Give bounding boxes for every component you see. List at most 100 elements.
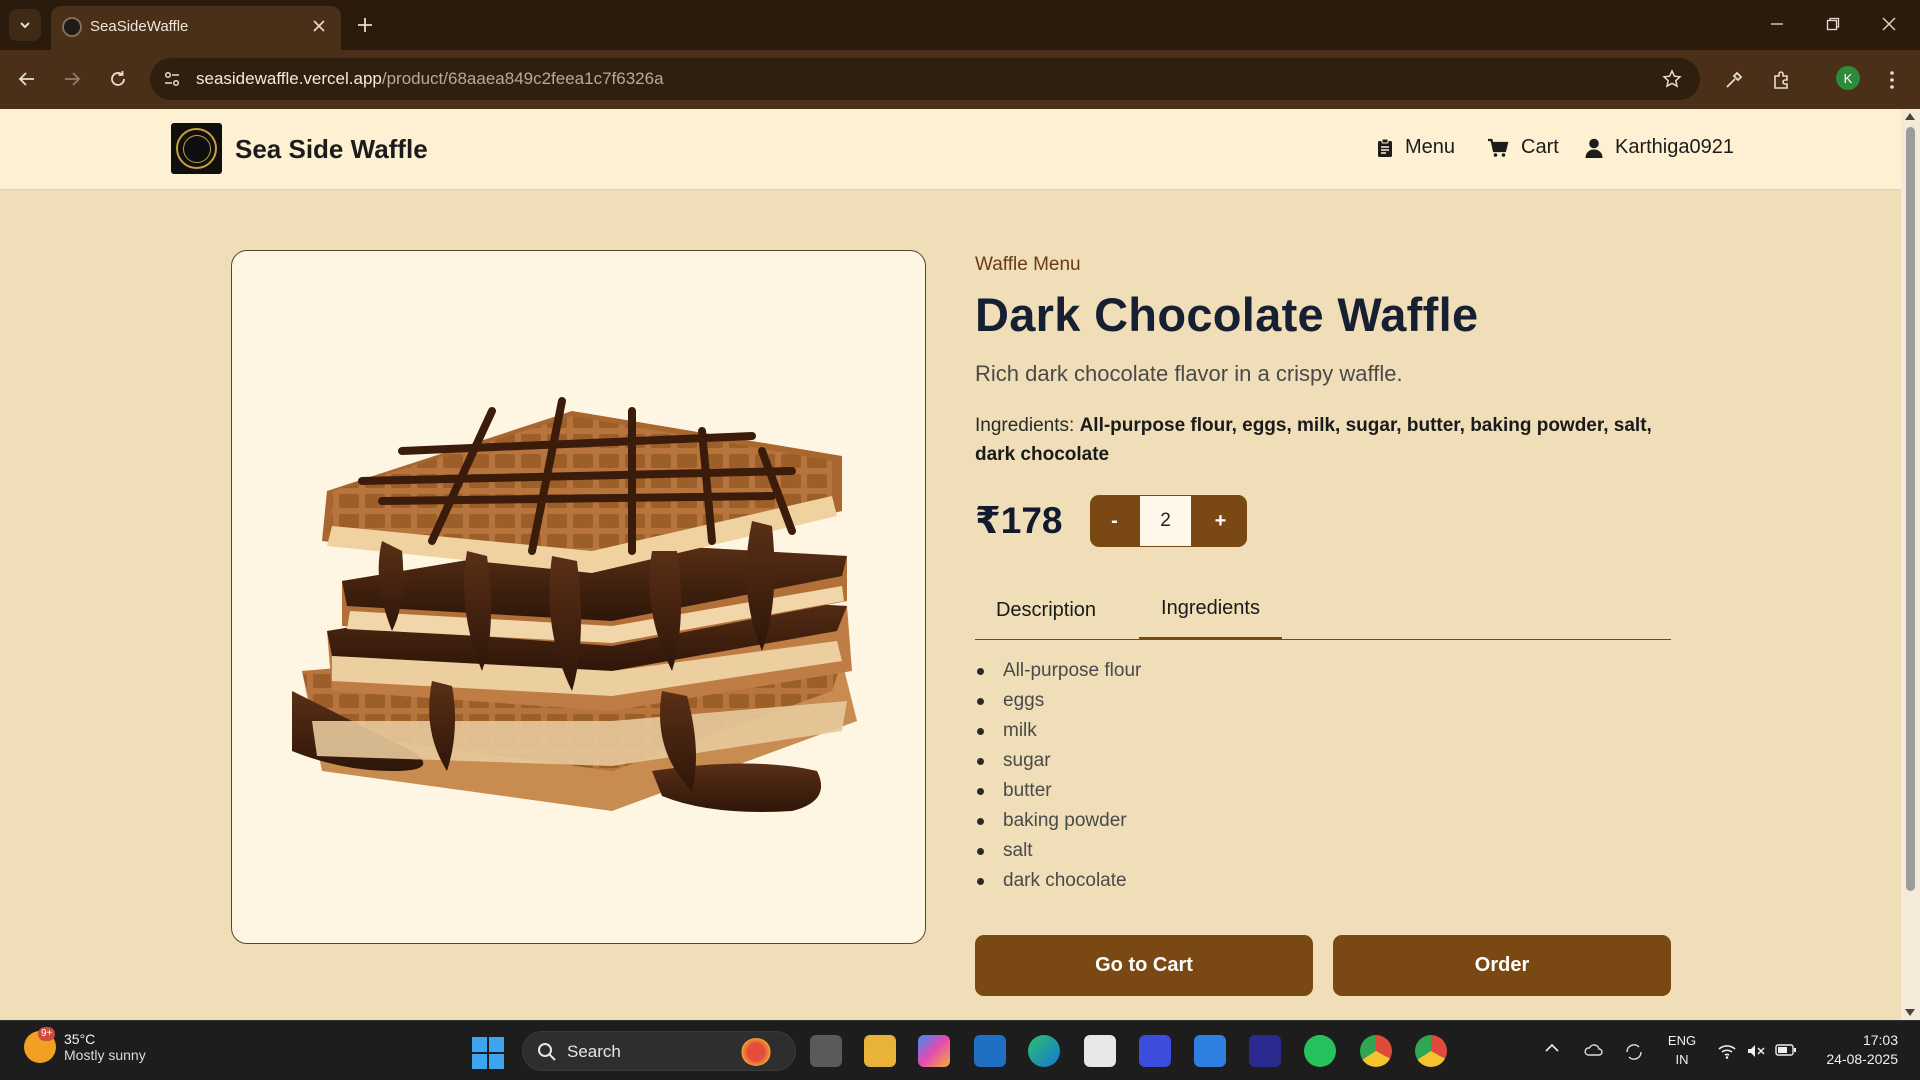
chrome-icon[interactable] <box>1360 1035 1392 1067</box>
vscode-icon[interactable] <box>974 1035 1006 1067</box>
extensions-icon[interactable] <box>1766 64 1798 96</box>
battery-icon[interactable] <box>1775 1043 1797 1057</box>
address-bar[interactable]: seasidewaffle.vercel.app/product/68aaea8… <box>150 58 1700 100</box>
weather-badge: 9+ <box>38 1027 56 1041</box>
close-window-icon[interactable] <box>1866 6 1912 42</box>
new-tab-icon[interactable] <box>352 12 378 38</box>
profile-avatar[interactable]: K <box>1836 66 1860 90</box>
forward-icon[interactable] <box>57 64 87 94</box>
tab-description[interactable]: Description <box>975 580 1117 640</box>
nav-menu-label: Menu <box>1405 136 1456 158</box>
tab-ingredients[interactable]: Ingredients <box>1139 580 1282 640</box>
sun-icon: 9+ <box>24 1027 56 1063</box>
nav-cart-label: Cart <box>1521 136 1559 158</box>
browser-tab[interactable]: SeaSideWaffle <box>51 6 341 50</box>
chrome-profile-icon[interactable] <box>1415 1035 1447 1067</box>
product-tabs: Description Ingredients <box>975 580 1671 640</box>
volume-muted-icon[interactable] <box>1746 1043 1766 1059</box>
chevron-down-icon <box>20 22 30 29</box>
list-item: eggs <box>977 686 1141 716</box>
intellij-icon[interactable] <box>1249 1035 1281 1067</box>
file-explorer-icon[interactable] <box>864 1035 896 1067</box>
reload-icon[interactable] <box>103 64 133 94</box>
windows-start-icon[interactable] <box>472 1037 504 1069</box>
list-item: sugar <box>977 746 1141 776</box>
onedrive-icon[interactable] <box>1583 1043 1603 1057</box>
bookmark-star-icon[interactable] <box>1660 67 1684 91</box>
scroll-up-icon[interactable] <box>1905 113 1915 120</box>
go-to-cart-button[interactable]: Go to Cart <box>975 935 1313 996</box>
brand-name[interactable]: Sea Side Waffle <box>235 134 428 165</box>
store-icon[interactable] <box>1084 1035 1116 1067</box>
taskbar-search-label: Search <box>567 1042 621 1061</box>
tab-title: SeaSideWaffle <box>90 18 189 35</box>
tray-chevron-icon[interactable] <box>1545 1043 1559 1053</box>
language-code: ENG <box>1667 1033 1697 1048</box>
browser-tab-bar: SeaSideWaffle <box>0 0 1920 50</box>
ingredients-list: All-purpose flour eggs milk sugar butter… <box>977 656 1141 896</box>
restore-icon[interactable] <box>1810 6 1856 42</box>
list-item: All-purpose flour <box>977 656 1141 686</box>
url-path: /product/68aaea849c2feea1c7f6326a <box>381 69 664 88</box>
browser-toolbar: seasidewaffle.vercel.app/product/68aaea8… <box>0 50 1920 109</box>
discord-icon[interactable] <box>1139 1035 1171 1067</box>
page-scrollbar[interactable] <box>1901 109 1920 1020</box>
language-indicator[interactable]: ENG IN <box>1664 1031 1700 1069</box>
sync-icon[interactable] <box>1624 1043 1644 1061</box>
eyedropper-icon[interactable] <box>1718 64 1750 96</box>
search-icon <box>538 1043 556 1061</box>
brand-logo[interactable] <box>171 123 222 174</box>
clock-date: 24-08-2025 <box>1826 1051 1898 1067</box>
whatsapp-icon[interactable] <box>1304 1035 1336 1067</box>
product-description: Rich dark chocolate flavor in a crispy w… <box>975 361 1403 386</box>
site-favicon-icon <box>62 17 82 37</box>
wifi-icon[interactable] <box>1717 1043 1737 1059</box>
edge-icon[interactable] <box>1028 1035 1060 1067</box>
zoom-icon[interactable] <box>1194 1035 1226 1067</box>
decrement-button[interactable]: - <box>1090 495 1139 547</box>
list-item: butter <box>977 776 1141 806</box>
quantity-value[interactable]: 2 <box>1140 496 1191 546</box>
site-settings-icon[interactable] <box>160 67 184 91</box>
quantity-stepper: - 2 + <box>1090 495 1247 547</box>
product-price: ₹178 <box>975 500 1063 541</box>
scrollbar-thumb[interactable] <box>1906 127 1915 891</box>
product-image-card <box>231 250 926 944</box>
ingredients-summary-label: Ingredients: <box>975 415 1075 436</box>
browser-menu-icon[interactable] <box>1876 64 1908 96</box>
list-item: baking powder <box>977 806 1141 836</box>
nav-user-link[interactable]: Karthiga0921 <box>1585 136 1734 159</box>
list-item: dark chocolate <box>977 866 1141 896</box>
weather-condition: Mostly sunny <box>64 1047 146 1063</box>
list-item: salt <box>977 836 1141 866</box>
site-header: Sea Side Waffle Menu Cart Karthiga0921 <box>0 109 1901 190</box>
task-view-icon[interactable] <box>810 1035 842 1067</box>
taskbar-search[interactable]: Search <box>522 1031 796 1071</box>
increment-button[interactable]: + <box>1196 495 1245 547</box>
ingredients-summary: Ingredients: All-purpose flour, eggs, mi… <box>975 411 1675 469</box>
nav-menu-link[interactable]: Menu <box>1377 136 1455 159</box>
waffle-stack-image <box>292 397 857 812</box>
cart-icon <box>1488 138 1509 157</box>
region-code: IN <box>1675 1052 1689 1067</box>
list-item: milk <box>977 716 1141 746</box>
scroll-down-icon[interactable] <box>1905 1009 1915 1016</box>
ingredients-summary-text: All-purpose flour, eggs, milk, sugar, bu… <box>975 415 1652 465</box>
product-page: Sea Side Waffle Menu Cart Karthiga0921 W… <box>0 109 1901 1020</box>
copilot-icon[interactable] <box>918 1035 950 1067</box>
nav-cart-link[interactable]: Cart <box>1487 136 1559 159</box>
nav-user-label: Karthiga0921 <box>1615 136 1734 158</box>
system-clock[interactable]: 17:03 24-08-2025 <box>1818 1031 1898 1069</box>
search-highlight-icon <box>741 1038 771 1066</box>
weather-temperature: 35°C <box>64 1031 96 1047</box>
order-button[interactable]: Order <box>1333 935 1671 996</box>
minimize-icon[interactable] <box>1754 6 1800 42</box>
product-category: Waffle Menu <box>975 254 1081 275</box>
weather-widget[interactable]: 9+ 35°C Mostly sunny <box>24 1027 146 1063</box>
back-icon[interactable] <box>12 64 42 94</box>
tab-search-button[interactable] <box>9 9 41 41</box>
url-host: seasidewaffle.vercel.app <box>196 69 382 88</box>
user-icon <box>1585 138 1603 158</box>
close-tab-icon[interactable] <box>307 14 331 38</box>
clipboard-icon <box>1378 138 1392 157</box>
